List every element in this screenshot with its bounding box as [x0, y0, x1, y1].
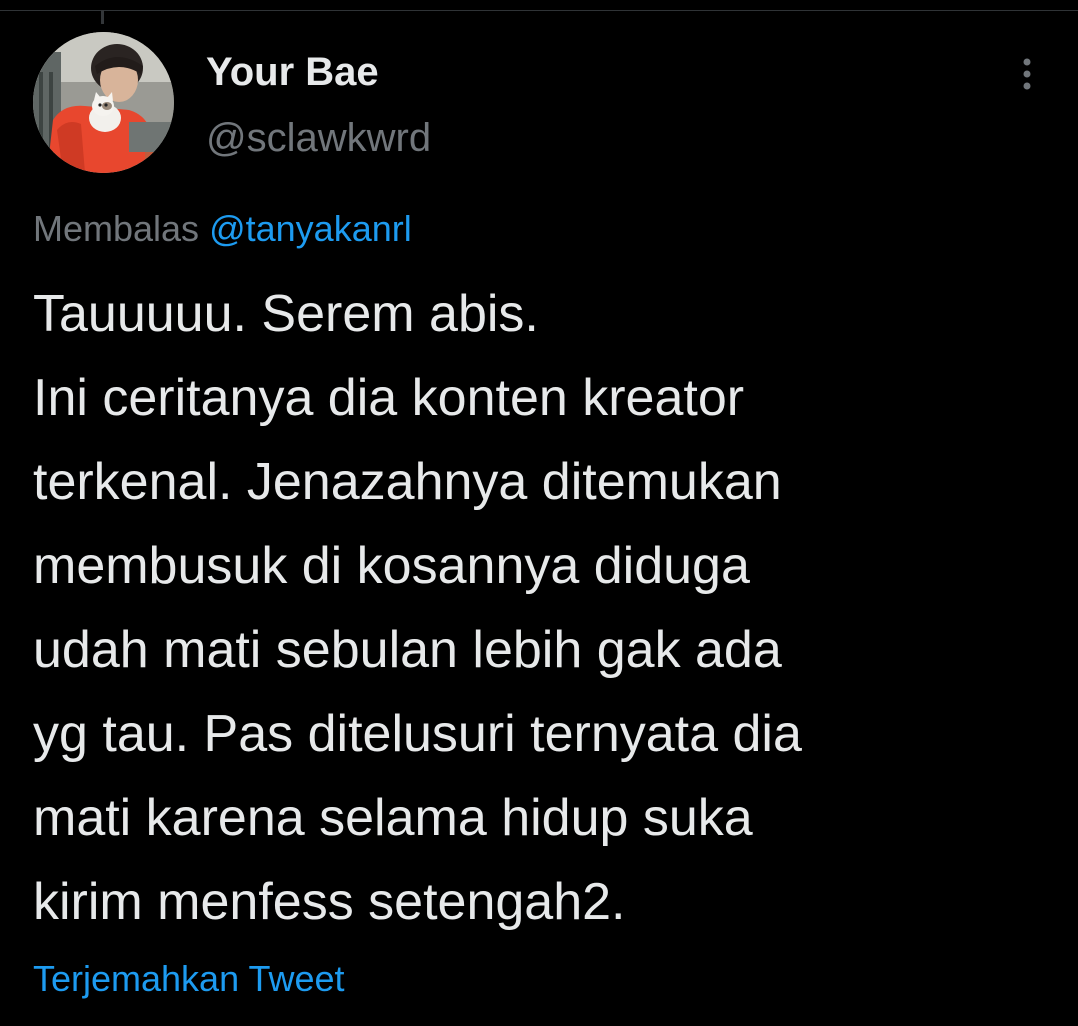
tweet-text-line: terkenal. Jenazahnya ditemukan [33, 453, 782, 511]
author-handle[interactable]: @sclawkwrd [206, 114, 431, 162]
tweet-text-line: mati karena selama hidup suka [33, 789, 753, 847]
tweet-text-line: yg tau. Pas ditelusuri ternyata dia [33, 705, 802, 763]
tweet-text-line: Ini ceritanya dia konten kreator [33, 369, 745, 427]
vertical-ellipsis-icon [1023, 58, 1031, 90]
tweet-text-line: membusuk di kosannya diduga [33, 537, 750, 595]
reply-prefix: Membalas [33, 208, 200, 249]
reply-mention-link[interactable]: @tanyakanrl [209, 208, 412, 249]
reply-context: Membalas @tanyakanrl [33, 206, 412, 252]
tweet-text-line: Tauuuuu. Serem abis. [33, 285, 539, 343]
more-options-button[interactable] [1006, 52, 1048, 96]
tweet-text-line: kirim menfess setengah2. [33, 873, 626, 931]
top-divider [0, 10, 1078, 11]
avatar[interactable] [33, 32, 174, 173]
profile-photo-icon [33, 32, 174, 173]
thread-connector-line [101, 10, 104, 24]
tweet-text-line: udah mati sebulan lebih gak ada [33, 621, 782, 679]
translate-tweet-link[interactable]: Terjemahkan Tweet [33, 956, 345, 1002]
tweet-text: Tauuuuu. Serem abis. Ini ceritanya dia k… [33, 272, 1043, 944]
author-display-name[interactable]: Your Bae [206, 48, 379, 96]
